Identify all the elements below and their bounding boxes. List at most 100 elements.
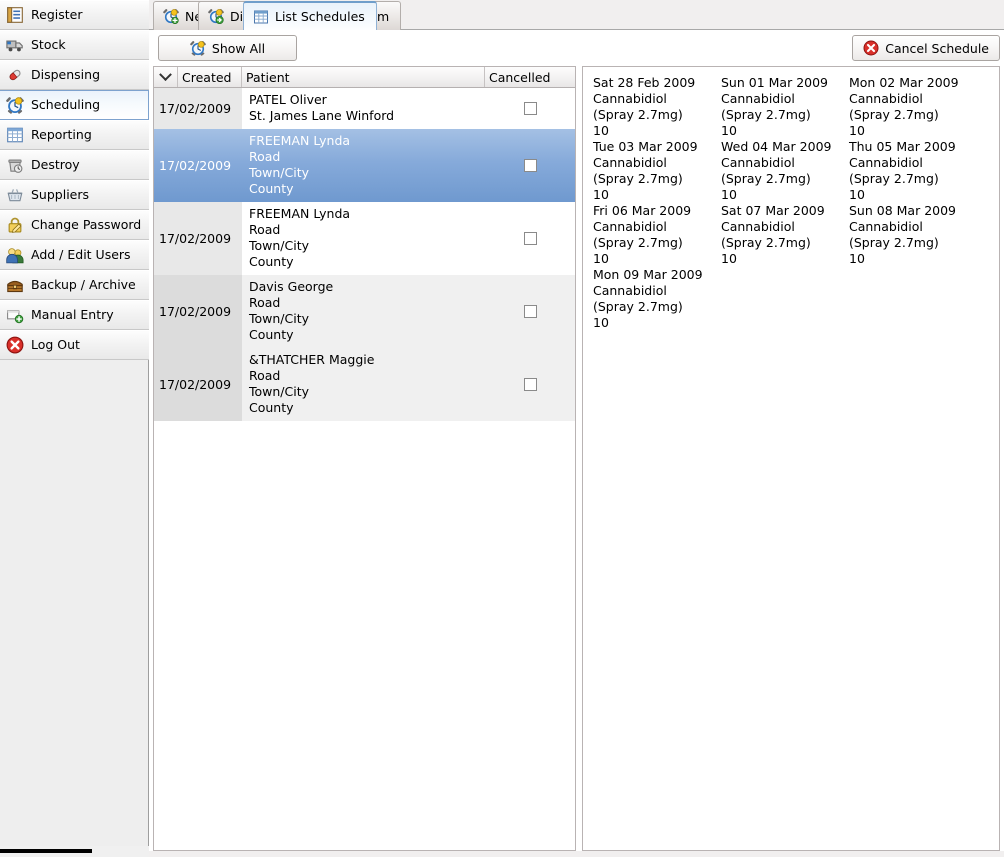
schedule-date-card[interactable]: Sat 28 Feb 2009 Cannabidiol (Spray 2.7mg) 1… [591,75,719,139]
clock-add-icon [163,8,179,25]
sidebar-item-reporting[interactable]: Reporting [0,120,149,150]
schedule-date-card[interactable]: Thu 05 Mar 2009 Cannabidiol (Spray 2.7mg) 1… [847,139,975,203]
schedule-date-card[interactable]: Fri 06 Mar 2009 Cannabidiol (Spray 2.7mg) 1… [591,203,719,267]
cancelled-checkbox[interactable] [524,378,537,391]
schedule-date-drug: Cannabidiol [593,91,667,106]
schedule-date-form: (Spray 2.7mg) [593,299,683,314]
tab-list-schedules[interactable]: List Schedules [243,1,377,30]
column-header-patient[interactable]: Patient [242,67,485,87]
schedule-date-date: Sun 01 Mar 2009 [721,75,829,90]
cell-created: 17/02/2009 [154,88,242,129]
table-row[interactable]: 17/02/2009 PATEL Oliver St. James Lane Win… [154,88,575,129]
pill-capsule-icon [6,66,24,84]
sidebar-item-manual-entry[interactable]: Manual Entry [0,300,149,330]
schedule-date-date: Sat 28 Feb 2009 [593,75,696,90]
cell-created: 17/02/2009 [154,129,242,202]
cancel-schedule-button[interactable]: Cancel Schedule [852,35,1000,61]
cancelled-checkbox[interactable] [524,159,537,172]
sidebar-item-destroy[interactable]: Destroy [0,150,149,180]
schedule-date-card[interactable]: Wed 04 Mar 2009 Cannabidiol (Spray 2.7mg) 1… [719,139,847,203]
schedule-date-card[interactable]: Sun 08 Mar 2009 Cannabidiol (Spray 2.7mg) 1… [847,203,975,267]
cancel-cross-icon [863,40,879,56]
patient-line: Town/City [249,311,310,326]
sidebar-item-scheduling[interactable]: Scheduling [0,90,149,120]
schedule-date-form: (Spray 2.7mg) [721,235,811,250]
cell-created: 17/02/2009 [154,202,242,275]
patient-line: Town/City [249,384,310,399]
patient-line: FREEMAN Lynda [249,133,351,148]
sidebar-item-log-out[interactable]: Log Out [0,330,149,360]
schedule-date-qty: 10 [593,123,609,138]
patient-line: Road [249,295,281,310]
schedule-date-drug: Cannabidiol [721,219,795,234]
table-row[interactable]: 17/02/2009 Davis George Road Town/City Count… [154,275,575,348]
sidebar-nav-list: Register Stock Dispensing Scheduling Reporti… [0,0,149,360]
schedule-date-card[interactable]: Sun 01 Mar 2009 Cannabidiol (Spray 2.7mg) 1… [719,75,847,139]
schedule-date-drug: Cannabidiol [849,91,923,106]
sort-column-header[interactable] [154,67,178,87]
sidebar-item-label: Register [31,6,83,22]
show-all-button[interactable]: Show All [158,35,297,61]
cell-patient: FREEMAN Lynda Road Town/City County [242,202,486,275]
archive-chest-icon [6,276,24,294]
cell-cancelled [486,88,575,129]
alarm-clock-icon [190,40,206,56]
basket-icon [6,186,24,204]
cancelled-checkbox[interactable] [524,102,537,115]
schedule-date-drug: Cannabidiol [593,283,667,298]
schedule-date-qty: 10 [721,187,737,202]
schedule-list-panel: Created Patient Cancelled 17/02/2009 PATE… [153,66,576,851]
table-row[interactable]: 17/02/2009 FREEMAN Lynda Road Town/City Coun… [154,202,575,275]
schedule-date-drug: Cannabidiol [593,155,667,170]
patient-line: Road [249,149,281,164]
sidebar-item-backup-archive[interactable]: Backup / Archive [0,270,149,300]
sidebar-item-label: Reporting [31,126,92,142]
schedule-date-card[interactable]: Tue 03 Mar 2009 Cannabidiol (Spray 2.7mg) 1… [591,139,719,203]
sidebar-item-label: Stock [31,36,66,52]
patient-line: St. James Lane Winford [249,108,395,123]
register-book-icon [6,6,24,24]
schedule-date-card[interactable]: Mon 02 Mar 2009 Cannabidiol (Spray 2.7mg) 1… [847,75,975,139]
sidebar-item-register[interactable]: Register [0,0,149,30]
schedule-date-date: Tue 03 Mar 2009 [593,139,698,154]
schedule-date-form: (Spray 2.7mg) [721,171,811,186]
patient-line: Road [249,222,281,237]
padlock-edit-icon [6,216,24,234]
cancelled-checkbox[interactable] [524,305,537,318]
sidebar-item-stock[interactable]: Stock [0,30,149,60]
sidebar-item-suppliers[interactable]: Suppliers [0,180,149,210]
sidebar-scrollbar-thumb[interactable] [0,849,92,853]
column-header-cancelled[interactable]: Cancelled [485,67,574,87]
sidebar-horizontal-scrollbar[interactable] [0,846,149,857]
patient-line: Town/City [249,238,310,253]
schedule-date-drug: Cannabidiol [593,219,667,234]
show-all-label: Show All [211,40,266,56]
patient-line: County [249,254,294,269]
schedule-date-form: (Spray 2.7mg) [593,235,683,250]
cancelled-checkbox[interactable] [524,232,537,245]
sidebar-item-add-edit-users[interactable]: Add / Edit Users [0,240,149,270]
schedule-date-date: Fri 06 Mar 2009 [593,203,692,218]
schedule-date-date: Mon 02 Mar 2009 [849,75,959,90]
table-row[interactable]: 17/02/2009 &THATCHER Maggie Road Town/City C… [154,348,575,421]
patient-line: FREEMAN Lynda [249,206,351,221]
cell-created: 17/02/2009 [154,348,242,421]
patient-line: &THATCHER Maggie [249,352,375,367]
sidebar-item-dispensing[interactable]: Dispensing [0,60,149,90]
sidebar-item-label: Manual Entry [31,306,114,322]
schedule-date-card[interactable]: Mon 09 Mar 2009 Cannabidiol (Spray 2.7mg) 1… [591,267,719,331]
cell-cancelled [486,348,575,421]
cell-patient: Davis George Road Town/City County [242,275,486,348]
sidebar-item-label: Destroy [31,156,80,172]
schedule-date-qty: 10 [721,123,737,138]
schedule-date-drug: Cannabidiol [849,155,923,170]
table-row[interactable]: 17/02/2009 FREEMAN Lynda Road Town/City Coun… [154,129,575,202]
column-header-created[interactable]: Created [178,67,242,87]
cell-cancelled [486,202,575,275]
schedule-date-card[interactable]: Sat 07 Mar 2009 Cannabidiol (Spray 2.7mg) 1… [719,203,847,267]
patient-line: Road [249,368,281,383]
sidebar-item-change-password[interactable]: Change Password [0,210,149,240]
schedule-date-drug: Cannabidiol [721,155,795,170]
report-table-icon [6,126,24,144]
schedule-date-date: Wed 04 Mar 2009 [721,139,832,154]
